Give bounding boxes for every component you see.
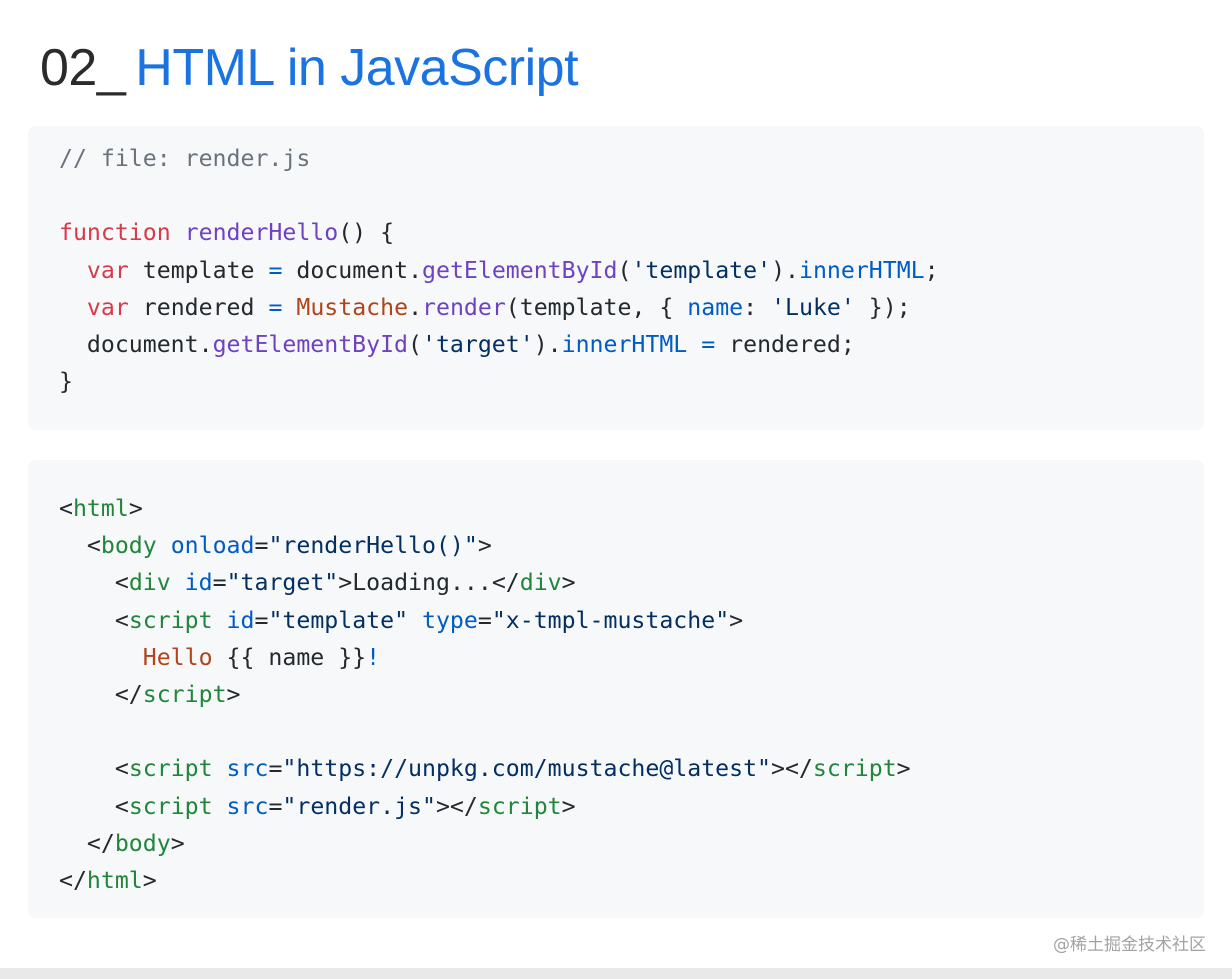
js-code: // file: render.js function renderHello()…	[59, 140, 939, 400]
code-line: </body>	[59, 829, 185, 857]
code-comment: // file: render.js	[59, 145, 311, 172]
js-code-block: // file: render.js function renderHello()…	[28, 126, 1204, 430]
slide-title: 02_ HTML in JavaScript	[40, 36, 579, 100]
code-line: var template = document.getElementById('…	[86, 256, 939, 284]
code-line: <html>	[59, 495, 143, 522]
code-line: Hello {{ name }}!	[142, 643, 381, 671]
code-line: </html>	[59, 866, 157, 894]
slide-number: 02_	[40, 39, 126, 97]
watermark: @稀土掘金技术社区	[1053, 935, 1206, 955]
code-line: }	[59, 368, 73, 396]
code-line: <script src="render.js"></script>	[59, 792, 576, 820]
code-line: function renderHello() {	[59, 219, 395, 247]
slide-title-text: HTML in JavaScript	[135, 39, 579, 97]
code-line: <script id="template" type="x-tmpl-musta…	[59, 606, 744, 634]
code-line: <script src="https://unpkg.com/mustache@…	[59, 755, 911, 783]
code-line: <div id="target">Loading...</div>	[59, 569, 576, 597]
code-line: </script>	[59, 680, 241, 708]
code-line: <body onload="renderHello()">	[59, 532, 492, 560]
html-code: <html> <body onload="renderHello()"> <di…	[59, 490, 911, 899]
code-line: var rendered = Mustache.render(template,…	[86, 293, 911, 321]
bottom-bar	[0, 968, 1232, 979]
code-line: document.getElementById('target').innerH…	[86, 330, 855, 358]
html-code-block: <html> <body onload="renderHello()"> <di…	[28, 460, 1204, 918]
